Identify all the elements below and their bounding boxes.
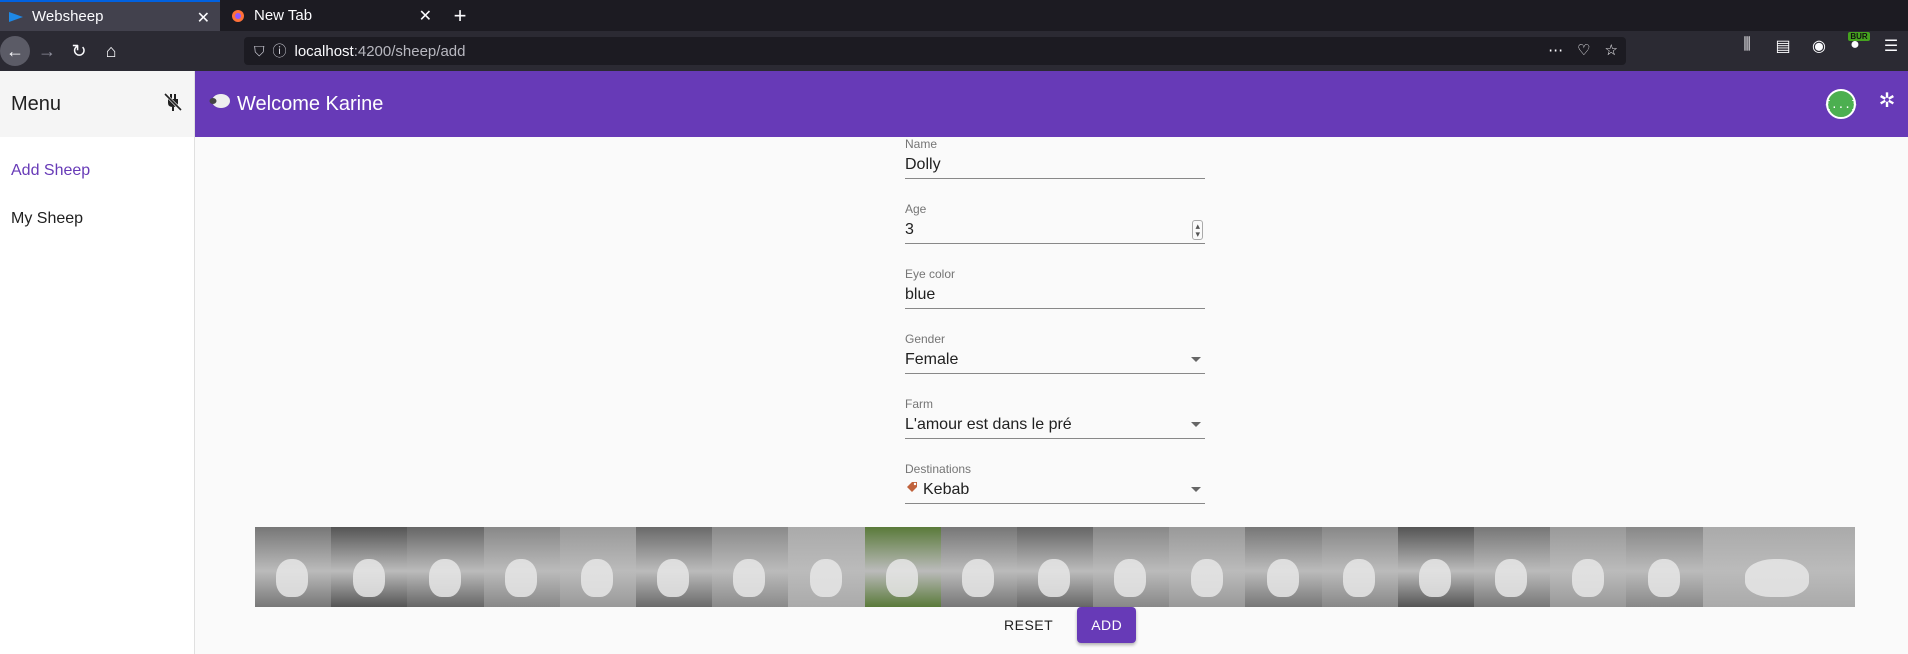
destinations-select[interactable]: Destinations Kebab	[905, 462, 1205, 504]
tab-websheep[interactable]: Websheep ✕	[0, 0, 220, 31]
tab-new-tab[interactable]: New Tab ✕	[222, 0, 442, 31]
sheep-photo	[1397, 527, 1474, 607]
sheep-photo	[1093, 527, 1170, 607]
more-icon[interactable]: ⋯	[1548, 41, 1563, 59]
age-value[interactable]: 3	[905, 221, 914, 239]
firefox-favicon-icon	[230, 8, 246, 24]
age-field[interactable]: Age 3 ▴ ▾	[905, 202, 1205, 244]
sheep-photo	[1702, 527, 1855, 607]
sheep-photo	[712, 527, 789, 607]
sheep-photo	[788, 527, 865, 607]
account-icon[interactable]: ◉	[1808, 36, 1830, 56]
dropdown-arrow-icon[interactable]	[1191, 357, 1201, 362]
eye-color-label: Eye color	[905, 267, 956, 281]
sheep-photo	[1321, 527, 1398, 607]
info-icon: ⓘ	[272, 43, 287, 59]
sheep-photo	[635, 527, 713, 607]
name-value[interactable]: Dolly	[905, 156, 941, 174]
sheep-photo	[255, 527, 332, 607]
reset-button[interactable]: RESET	[990, 607, 1067, 643]
sheep-icon	[209, 92, 231, 116]
tab-label: Websheep	[32, 8, 104, 25]
tab-label: New Tab	[254, 7, 313, 24]
reload-button[interactable]: ↻	[64, 36, 94, 66]
arrow-right-icon: →	[38, 40, 56, 61]
new-tab-button[interactable]: +	[448, 3, 472, 29]
sheep-photo	[1550, 527, 1627, 607]
add-button[interactable]: ADD	[1077, 607, 1137, 643]
dropdown-arrow-icon[interactable]	[1191, 487, 1201, 492]
menu-header: Menu	[0, 71, 194, 137]
library-icon[interactable]: ⫼	[1736, 36, 1758, 56]
sheep-photo	[1016, 527, 1094, 607]
form-actions: RESET ADD	[990, 607, 1137, 643]
hamburger-menu-icon[interactable]: ☰	[1880, 36, 1902, 56]
sheep-photo	[1626, 527, 1703, 607]
plug-off-icon[interactable]	[163, 92, 183, 117]
arrow-left-icon: ←	[6, 40, 24, 61]
farm-select[interactable]: Farm L'amour est dans le pré	[905, 397, 1205, 439]
sidebar: Menu Add Sheep My Sheep	[0, 71, 195, 654]
app-toolbar: Welcome Karine {...} ✲	[195, 71, 1908, 137]
sheep-photo-gallery	[255, 527, 1855, 607]
extension-badge: BUR	[1848, 32, 1870, 41]
sheep-photo	[559, 527, 636, 607]
pocket-icon[interactable]: ♡	[1577, 41, 1590, 59]
sheep-photo	[940, 527, 1017, 607]
shield-icon: ⛉	[254, 42, 265, 59]
dropdown-arrow-icon[interactable]	[1191, 422, 1201, 427]
sheep-photo	[864, 527, 941, 607]
settings-gear-icon[interactable]: ✲	[1876, 90, 1898, 112]
forward-button[interactable]: →	[32, 36, 62, 66]
json-icon[interactable]: {...}	[1824, 89, 1858, 119]
sheep-photo	[483, 527, 560, 607]
sheep-photo	[331, 527, 408, 607]
menu-title: Menu	[11, 92, 62, 115]
home-icon: ⌂	[105, 40, 117, 61]
name-label: Name	[905, 137, 938, 151]
extension-icon[interactable]: ● BUR	[1844, 32, 1870, 56]
home-button[interactable]: ⌂	[96, 36, 126, 66]
close-icon[interactable]: ✕	[419, 6, 432, 26]
back-button[interactable]: ←	[0, 36, 30, 66]
meat-tag-icon	[905, 480, 919, 499]
welcome-text: Welcome Karine	[237, 92, 384, 115]
destinations-label: Destinations	[905, 462, 972, 476]
url-host: localhost	[294, 42, 354, 60]
gender-select[interactable]: Gender Female	[905, 332, 1205, 374]
age-label: Age	[905, 202, 927, 216]
eye-color-field[interactable]: Eye color blue	[905, 267, 1205, 309]
url-path: :4200/sheep/add	[353, 42, 466, 60]
browser-navbar: ← → ↻ ⌂ ⛉ ⓘ localhost:4200/sheep/add ⋯ ♡…	[0, 31, 1908, 71]
sidebar-item-add-sheep[interactable]: Add Sheep	[0, 147, 194, 195]
welcome-title: Welcome Karine	[209, 92, 383, 116]
name-field[interactable]: Name Dolly	[905, 137, 1205, 179]
number-stepper[interactable]: ▴ ▾	[1192, 219, 1203, 240]
gender-label: Gender	[905, 332, 946, 346]
sheep-photo	[1169, 527, 1246, 607]
bookmark-star-icon[interactable]: ☆	[1605, 41, 1618, 59]
sidebar-item-my-sheep[interactable]: My Sheep	[0, 195, 194, 243]
farm-value: L'amour est dans le pré	[905, 415, 1072, 433]
url-bar[interactable]: ⛉ ⓘ localhost:4200/sheep/add ⋯ ♡ ☆	[244, 37, 1626, 65]
sheep-photo	[1474, 527, 1551, 607]
sheep-photo	[1245, 527, 1322, 607]
websheep-favicon-icon	[8, 9, 24, 25]
browser-tabbar: Websheep ✕ New Tab ✕ +	[0, 0, 1908, 31]
close-icon[interactable]: ✕	[197, 8, 210, 28]
json-icon-text: {...}	[1824, 97, 1858, 111]
sheep-photo	[407, 527, 484, 607]
sidebar-toggle-icon[interactable]: ▤	[1772, 36, 1794, 56]
eye-color-value[interactable]: blue	[905, 286, 935, 304]
farm-label: Farm	[905, 397, 933, 411]
reload-icon: ↻	[71, 40, 87, 61]
destinations-value: Kebab	[923, 480, 970, 498]
gender-value: Female	[905, 350, 959, 368]
